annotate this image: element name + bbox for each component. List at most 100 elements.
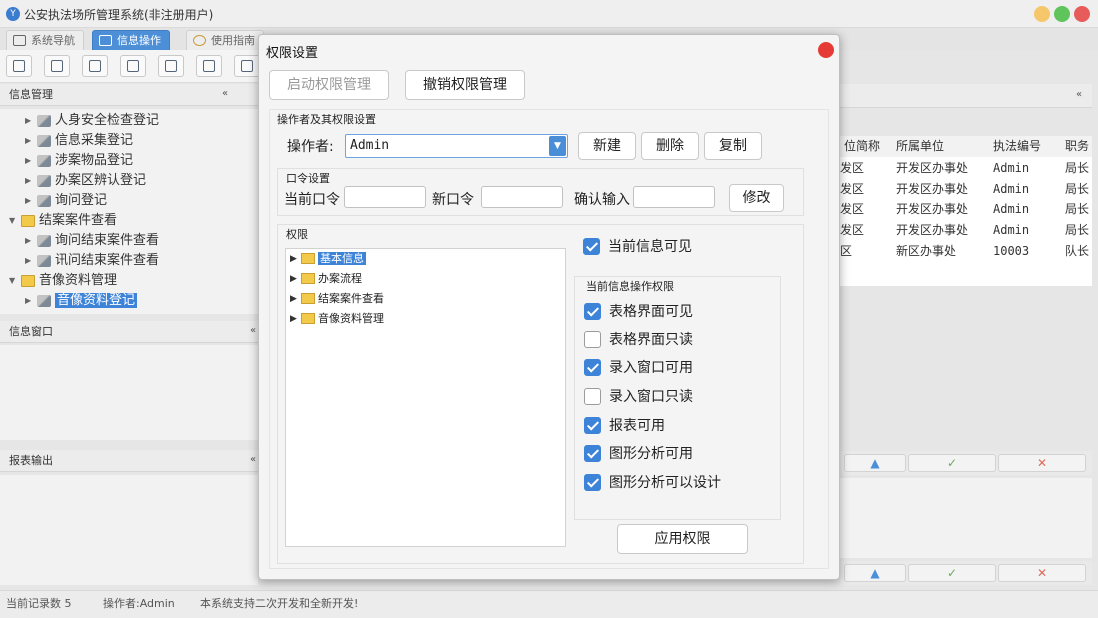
- tool-icon: [37, 295, 51, 307]
- print-tool-button[interactable]: [234, 55, 260, 77]
- operator-value: Admin: [350, 138, 390, 153]
- document-tool-button[interactable]: [82, 55, 108, 77]
- tree-item[interactable]: ▶ 办案区辨认登记: [25, 171, 146, 191]
- grid-cell[interactable]: 新区办事处: [896, 241, 991, 262]
- permission-group-title: 权限: [286, 228, 308, 241]
- collapse-up-icon[interactable]: «: [1072, 89, 1086, 103]
- search-tool-button[interactable]: [6, 55, 32, 77]
- column-header[interactable]: 职务: [1065, 136, 1092, 157]
- grid-cell[interactable]: 发区: [840, 220, 888, 241]
- password-group-title: 口令设置: [286, 172, 330, 185]
- delete-button[interactable]: 删除: [641, 132, 699, 160]
- tree-item[interactable]: ▶ 信息采集登记: [25, 131, 133, 151]
- minimize-button[interactable]: [1034, 6, 1050, 22]
- revoke-permission-button[interactable]: 撤销权限管理: [405, 70, 525, 100]
- tool-icon: [37, 255, 51, 267]
- grid-cell[interactable]: Admin: [993, 199, 1063, 220]
- confirm-button[interactable]: ✓: [908, 564, 996, 582]
- perm-tree-item[interactable]: ▶ 办案流程: [290, 270, 362, 288]
- tool-icon: [37, 175, 51, 187]
- confirm-button[interactable]: ✓: [908, 454, 996, 472]
- operator-select[interactable]: Admin ▼: [345, 134, 568, 158]
- maximize-button[interactable]: [1054, 6, 1070, 22]
- up-button[interactable]: ▲: [844, 564, 906, 582]
- new-password-input[interactable]: [481, 186, 563, 208]
- checkbox-checked-icon: [584, 303, 601, 320]
- ops-checkbox-table-readonly[interactable]: 表格界面只读: [584, 330, 693, 350]
- tree-folder[interactable]: ▼ 音像资料管理: [9, 271, 117, 291]
- grid-cell[interactable]: 开发区办事处: [896, 220, 991, 241]
- current-visible-checkbox[interactable]: 当前信息可见: [583, 237, 692, 257]
- window-icon: [165, 60, 177, 72]
- dialog-title: 权限设置: [266, 46, 319, 61]
- grid-cell[interactable]: 发区: [840, 158, 888, 179]
- grid-cell[interactable]: 局长: [1065, 179, 1092, 200]
- grid-cell[interactable]: 局长: [1065, 220, 1092, 241]
- tab-system-nav[interactable]: 系统导航: [6, 30, 84, 50]
- enable-permission-button[interactable]: 启动权限管理: [269, 70, 389, 100]
- grid-cell[interactable]: 发区: [840, 199, 888, 220]
- report-output-header: 报表输出 «: [0, 450, 258, 472]
- ops-checkbox-report-enabled[interactable]: 报表可用: [584, 416, 665, 436]
- collapse-icon[interactable]: «: [218, 88, 232, 102]
- tree-item-label: 信息采集登记: [55, 133, 134, 148]
- tab-user-guide[interactable]: 使用指南: [186, 30, 264, 50]
- grid-cell[interactable]: Admin: [993, 179, 1063, 200]
- user-tool-button[interactable]: [120, 55, 146, 77]
- tab-info-ops[interactable]: 信息操作: [92, 30, 170, 50]
- cancel-button[interactable]: ✕: [998, 454, 1086, 472]
- up-button[interactable]: ▲: [844, 454, 906, 472]
- modify-button[interactable]: 修改: [729, 184, 784, 212]
- tree-item-label: 讯问结束案件查看: [55, 253, 160, 268]
- cancel-button[interactable]: ✕: [998, 564, 1086, 582]
- grid-cell[interactable]: 局长: [1065, 199, 1092, 220]
- perm-tree-item[interactable]: ▶ 音像资料管理: [290, 310, 384, 328]
- ops-checkbox-entry-readonly[interactable]: 录入窗口只读: [584, 387, 693, 407]
- grid-cell[interactable]: 队长: [1065, 241, 1092, 262]
- tree-item-label: 询问结束案件查看: [55, 233, 160, 248]
- close-button[interactable]: [1074, 6, 1090, 22]
- column-header[interactable]: 所属单位: [896, 136, 986, 157]
- perm-tree-item-selected[interactable]: ▶ 基本信息: [290, 250, 366, 268]
- ops-checkbox-table-visible[interactable]: 表格界面可见: [584, 302, 693, 322]
- column-header[interactable]: 位简称: [840, 136, 888, 157]
- tree-item[interactable]: ▶ 询问结束案件查看: [25, 231, 159, 251]
- grid-cell[interactable]: Admin: [993, 158, 1063, 179]
- chevron-down-icon[interactable]: ▼: [549, 136, 566, 156]
- grid-cell[interactable]: 开发区办事处: [896, 179, 991, 200]
- copy-button[interactable]: 复制: [704, 132, 762, 160]
- grid-cell[interactable]: 发区: [840, 179, 888, 200]
- checkbox-label: 录入窗口只读: [609, 389, 693, 405]
- apply-permission-button[interactable]: 应用权限: [617, 524, 748, 554]
- ops-checkbox-entry-enabled[interactable]: 录入窗口可用: [584, 358, 693, 378]
- export-tool-button[interactable]: [196, 55, 222, 77]
- tree-item[interactable]: ▶ 讯问结束案件查看: [25, 251, 159, 271]
- tree-folder[interactable]: ▼ 结案案件查看: [9, 211, 117, 231]
- tree-item-selected[interactable]: ▶ 音像资料登记: [25, 291, 138, 311]
- list-icon: [51, 60, 63, 72]
- current-password-input[interactable]: [344, 186, 426, 208]
- grid-cell[interactable]: 局长: [1065, 158, 1092, 179]
- tree-item[interactable]: ▶ 人身安全检查登记: [25, 111, 159, 131]
- ops-checkbox-graph-enabled[interactable]: 图形分析可用: [584, 444, 693, 464]
- tree-item[interactable]: ▶ 涉案物品登记: [25, 151, 133, 171]
- info-management-header: 信息管理 «: [0, 84, 258, 106]
- grid-cell[interactable]: 区: [840, 241, 888, 262]
- window-tool-button[interactable]: [158, 55, 184, 77]
- dialog-close-button[interactable]: [818, 42, 834, 58]
- list-tool-button[interactable]: [44, 55, 70, 77]
- perm-tree-item[interactable]: ▶ 结案案件查看: [290, 290, 384, 308]
- column-header[interactable]: 执法编号: [993, 136, 1063, 157]
- ops-checkbox-graph-design[interactable]: 图形分析可以设计: [584, 473, 721, 493]
- grid-cell[interactable]: 10003: [993, 241, 1063, 262]
- grid-cell[interactable]: 开发区办事处: [896, 158, 991, 179]
- new-button[interactable]: 新建: [578, 132, 636, 160]
- tree-item[interactable]: ▶ 询问登记: [25, 191, 107, 211]
- checkbox-label: 表格界面可见: [609, 304, 693, 320]
- grid-icon: [99, 35, 112, 46]
- grid-cell[interactable]: 开发区办事处: [896, 199, 991, 220]
- grid-cell[interactable]: Admin: [993, 220, 1063, 241]
- confirm-password-input[interactable]: [633, 186, 715, 208]
- perm-tree-label: 音像资料管理: [318, 312, 384, 325]
- folder-icon: [301, 313, 315, 324]
